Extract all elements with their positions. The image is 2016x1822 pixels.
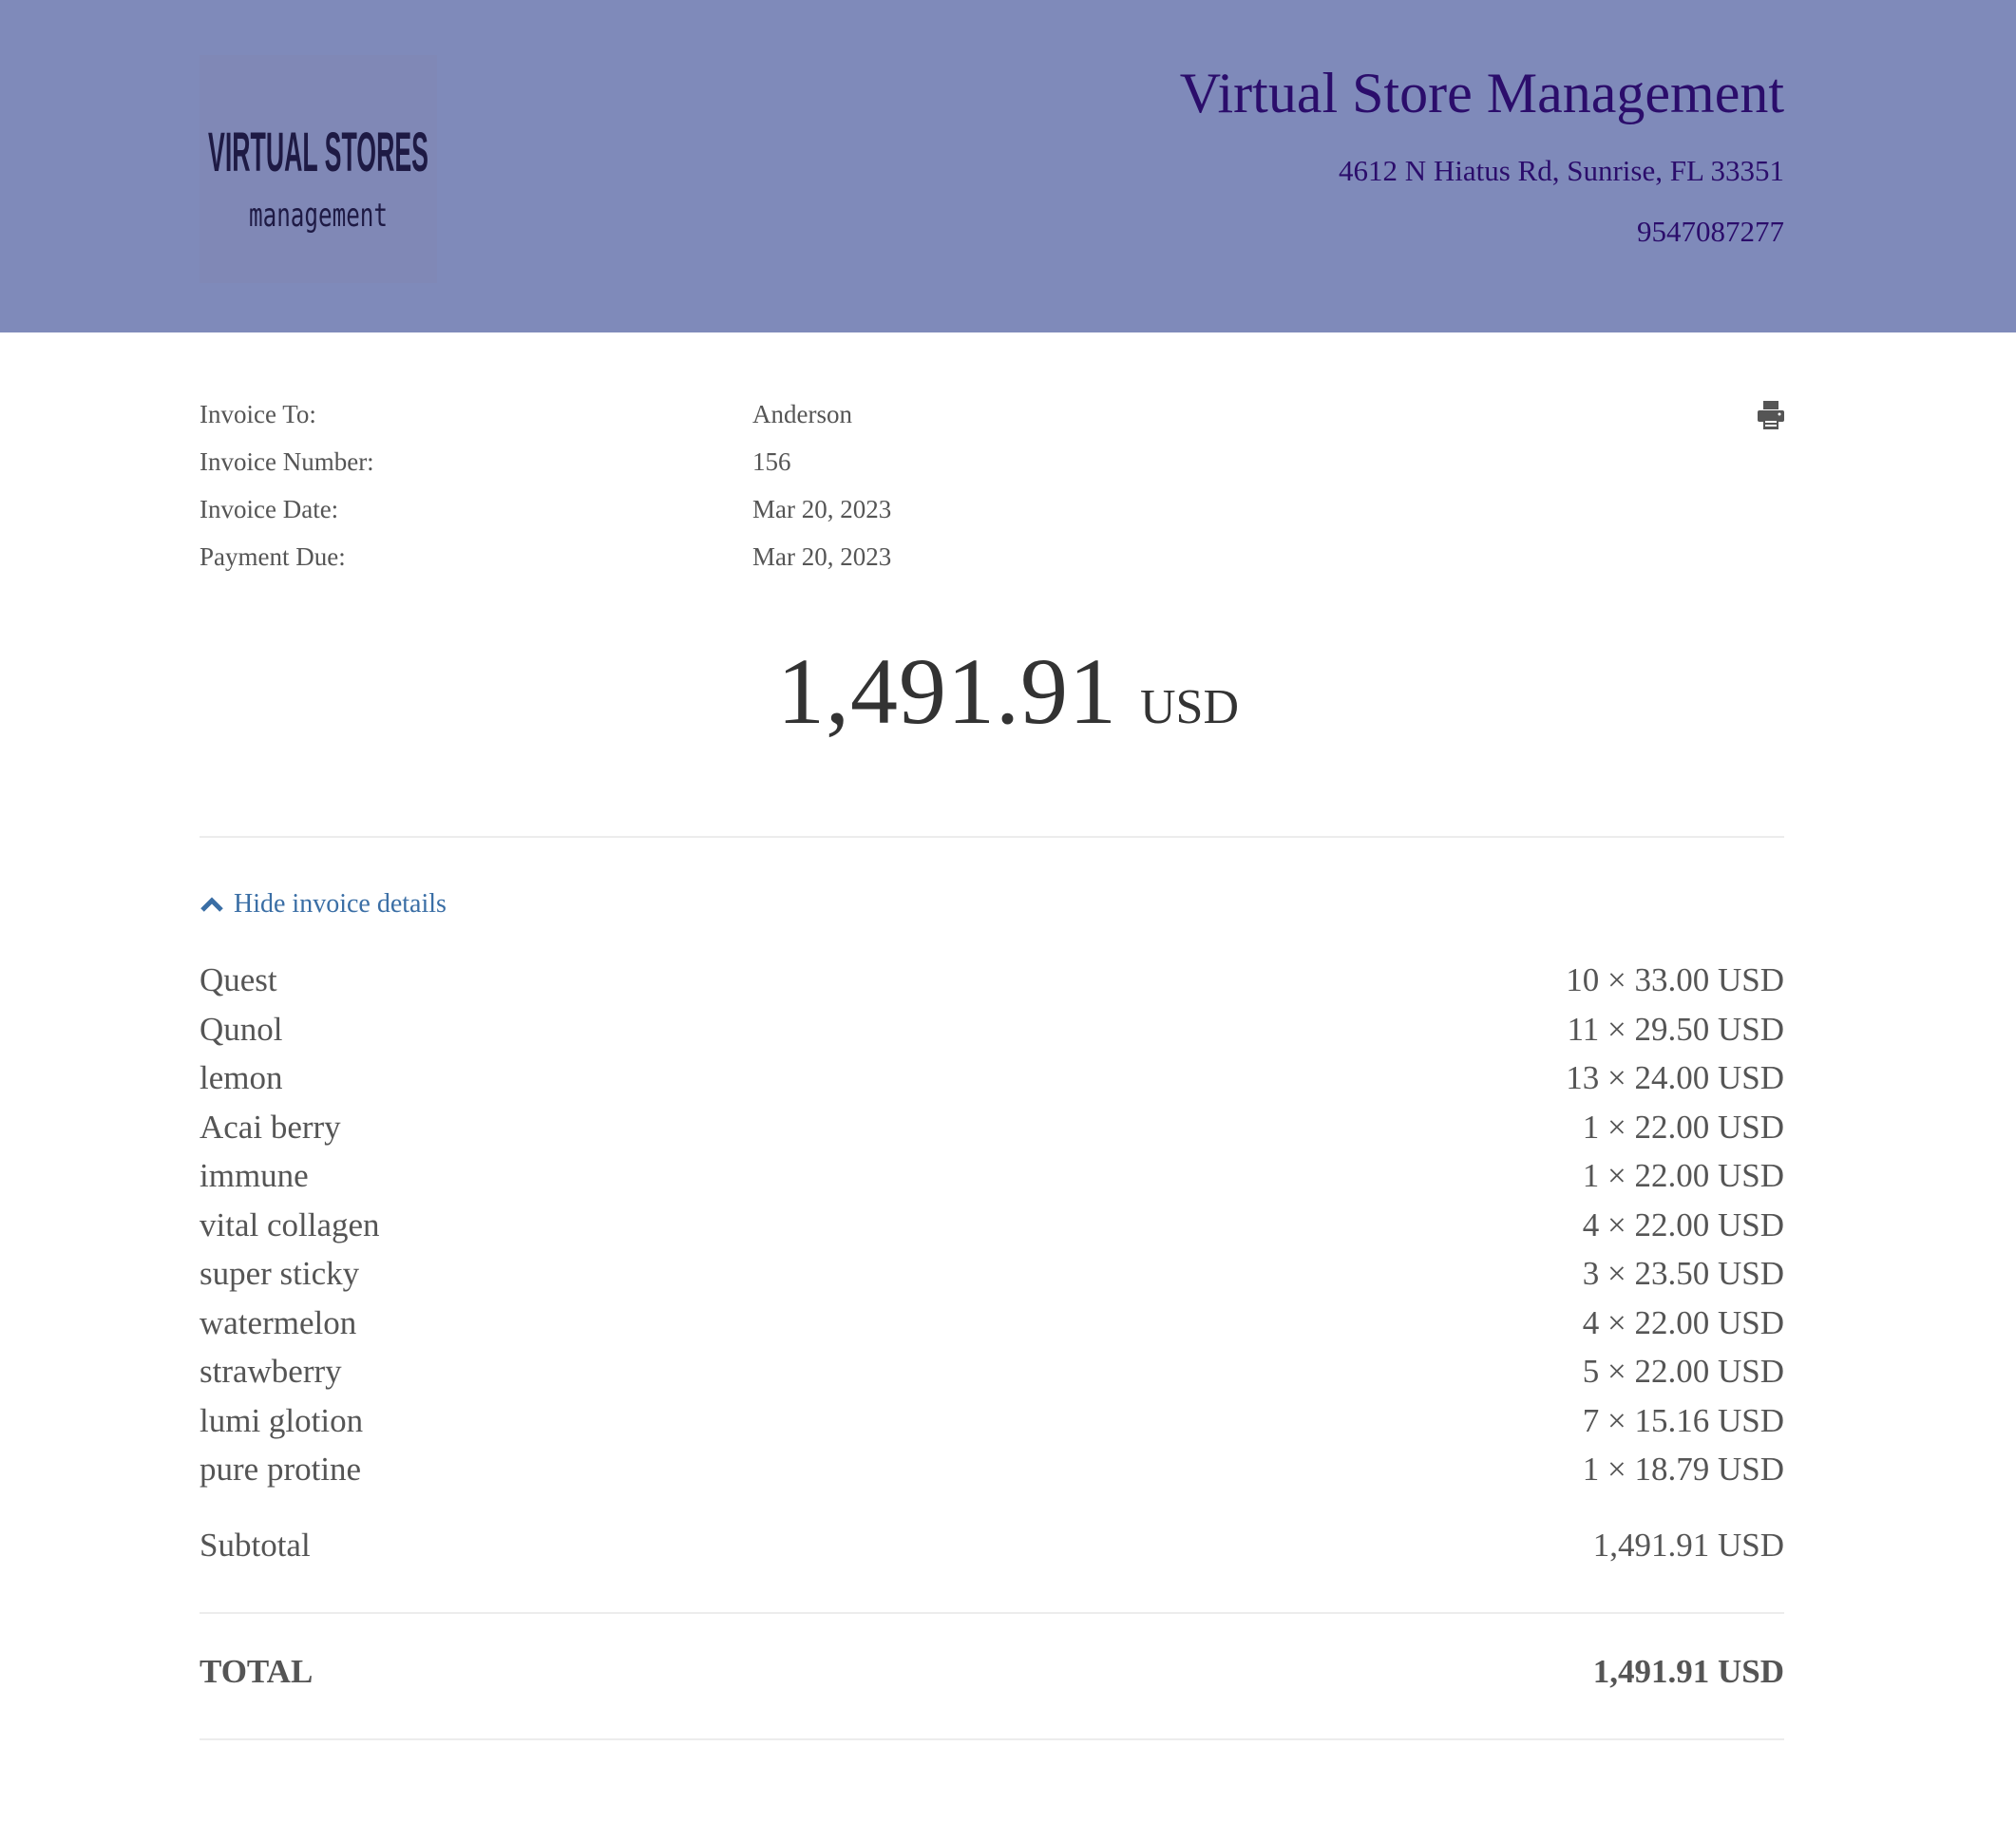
item-price: 7 × 15.16 USD	[1582, 1401, 1784, 1439]
item-price: 11 × 29.50 USD	[1567, 1010, 1784, 1048]
hide-invoice-details-link[interactable]: Hide invoice details	[200, 889, 447, 920]
item-name: vital collagen	[200, 1205, 380, 1243]
total-label: TOTAL	[200, 1653, 314, 1690]
amount-currency: USD	[1139, 680, 1240, 734]
subtotal-row: Subtotal 1,491.91 USD	[200, 1527, 1784, 1574]
total-amount-display: 1,491.91 USD	[0, 636, 2016, 746]
item-name: strawberry	[200, 1353, 342, 1390]
item-price: 1 × 22.00 USD	[1582, 1108, 1784, 1146]
line-item: watermelon 4 × 22.00 USD	[200, 1304, 1784, 1354]
item-name: Acai berry	[200, 1108, 341, 1146]
line-item: lumi glotion 7 × 15.16 USD	[200, 1402, 1784, 1452]
toggle-label: Hide invoice details	[234, 889, 447, 919]
line-item: super sticky 3 × 23.50 USD	[200, 1255, 1784, 1304]
meta-row-invoice-to: Invoice To: Anderson	[200, 400, 1784, 447]
invoice-meta: Invoice To: Anderson Invoice Number: 156…	[200, 400, 1784, 590]
line-item: Quest 10 × 33.00 USD	[200, 961, 1784, 1011]
item-name: pure protine	[200, 1451, 362, 1488]
printer-icon[interactable]	[1758, 401, 1784, 429]
company-name: Virtual Store Management	[1179, 62, 1784, 124]
meta-row-invoice-number: Invoice Number: 156	[200, 447, 1784, 495]
divider	[200, 836, 1784, 838]
line-item: Acai berry 1 × 22.00 USD	[200, 1109, 1784, 1158]
invoice-header: VIRTUAL STORES management Virtual Store …	[0, 0, 2016, 332]
meta-label: Payment Due:	[200, 542, 346, 571]
meta-row-payment-due: Payment Due: Mar 20, 2023	[200, 542, 1784, 590]
meta-value: 156	[752, 447, 791, 476]
item-price: 10 × 33.00 USD	[1566, 961, 1784, 998]
total-row: TOTAL 1,491.91 USD	[200, 1653, 1784, 1700]
line-item: strawberry 5 × 22.00 USD	[200, 1353, 1784, 1402]
company-logo: VIRTUAL STORES management	[200, 55, 437, 283]
meta-label: Invoice To:	[200, 400, 316, 428]
logo-text-bottom: management	[249, 197, 388, 235]
meta-value: Mar 20, 2023	[752, 542, 892, 571]
item-price: 1 × 18.79 USD	[1582, 1451, 1784, 1488]
divider	[200, 1738, 1784, 1740]
meta-value: Anderson	[752, 400, 852, 428]
line-item: immune 1 × 22.00 USD	[200, 1157, 1784, 1206]
item-name: immune	[200, 1157, 309, 1194]
item-name: super sticky	[200, 1255, 360, 1292]
item-name: lemon	[200, 1059, 283, 1096]
line-items: Quest 10 × 33.00 USD Qunol 11 × 29.50 US…	[200, 961, 1784, 1500]
amount-value: 1,491.91	[776, 638, 1117, 744]
item-price: 13 × 24.00 USD	[1566, 1059, 1784, 1096]
item-name: watermelon	[200, 1303, 357, 1341]
meta-row-invoice-date: Invoice Date: Mar 20, 2023	[200, 495, 1784, 542]
meta-value: Mar 20, 2023	[752, 495, 892, 523]
line-item: vital collagen 4 × 22.00 USD	[200, 1206, 1784, 1256]
item-price: 3 × 23.50 USD	[1582, 1255, 1784, 1292]
company-phone: 9547087277	[1637, 215, 1784, 248]
subtotal-value: 1,491.91 USD	[1592, 1527, 1784, 1564]
line-item: lemon 13 × 24.00 USD	[200, 1059, 1784, 1109]
item-name: lumi glotion	[200, 1401, 364, 1439]
meta-label: Invoice Date:	[200, 495, 339, 523]
chevron-up-icon	[200, 897, 223, 912]
item-name: Qunol	[200, 1010, 283, 1048]
meta-label: Invoice Number:	[200, 447, 374, 476]
total-value: 1,491.91 USD	[1592, 1653, 1784, 1690]
line-item: pure protine 1 × 18.79 USD	[200, 1451, 1784, 1500]
item-price: 5 × 22.00 USD	[1582, 1353, 1784, 1390]
logo-text-top: VIRTUAL STORES	[208, 122, 428, 183]
divider	[200, 1612, 1784, 1614]
item-price: 4 × 22.00 USD	[1582, 1205, 1784, 1243]
company-info: Virtual Store Management 4612 N Hiatus R…	[1180, 55, 1784, 251]
company-address: 4612 N Hiatus Rd, Sunrise, FL 33351	[1338, 154, 1784, 187]
item-price: 1 × 22.00 USD	[1582, 1157, 1784, 1194]
item-name: Quest	[200, 961, 277, 998]
subtotal-label: Subtotal	[200, 1527, 311, 1564]
logo-image: VIRTUAL STORES management	[208, 122, 428, 235]
line-item: Qunol 11 × 29.50 USD	[200, 1011, 1784, 1060]
item-price: 4 × 22.00 USD	[1582, 1303, 1784, 1341]
